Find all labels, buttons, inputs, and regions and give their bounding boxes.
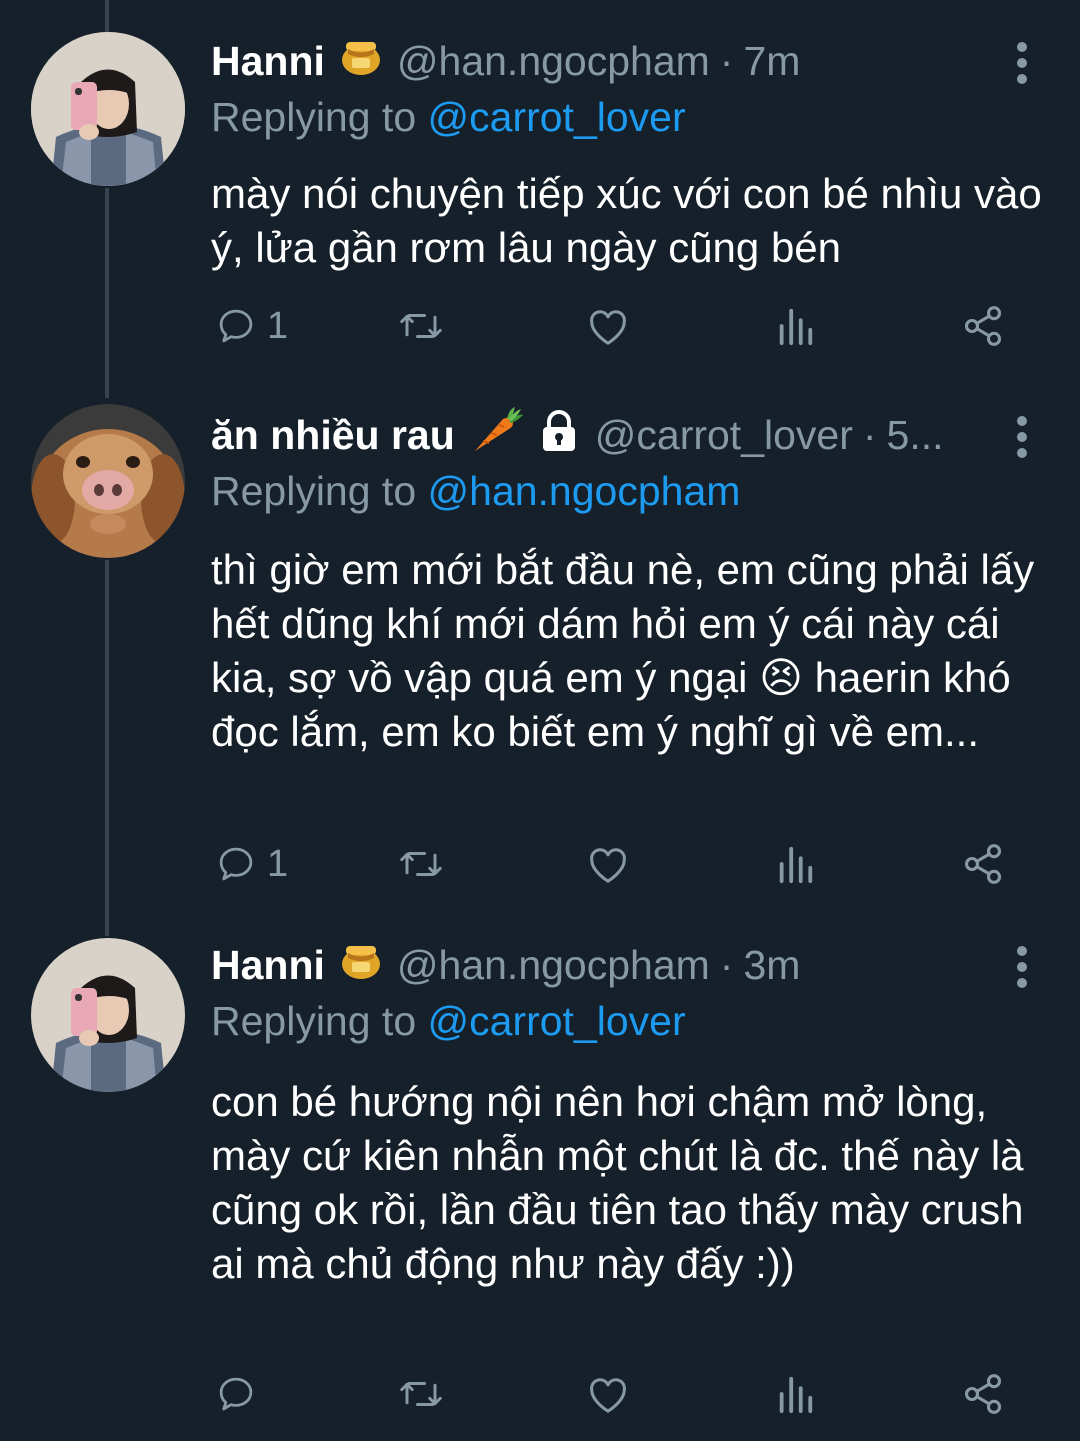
tweet[interactable]: Hanni @han.ngocpham · 7m Replying to @ca…	[0, 0, 1080, 380]
retweet-icon	[400, 1382, 442, 1406]
like-icon	[590, 310, 626, 345]
retweet-button[interactable]	[397, 296, 445, 356]
display-name[interactable]: Hanni	[211, 942, 325, 989]
tweet[interactable]: Hanni @han.ngocpham · 3m Replying to @ca…	[0, 920, 1080, 1441]
user-handle[interactable]: @han.ngocpham	[397, 942, 710, 989]
views-button[interactable]	[775, 1364, 815, 1424]
tweet-header: Hanni @han.ngocpham · 3m	[211, 937, 1050, 993]
share-icon	[964, 1374, 1002, 1414]
retweet-button[interactable]	[397, 834, 445, 894]
reply-button[interactable]: 1	[215, 296, 288, 356]
honey-pot-icon	[339, 36, 383, 86]
tweet-header: ăn nhiều rau @carrot_lover · 5...	[211, 407, 1050, 463]
mention-link[interactable]: @carrot_lover	[428, 94, 686, 140]
separator-dot: ·	[719, 37, 734, 84]
more-options-icon[interactable]	[1012, 42, 1032, 84]
like-button[interactable]	[585, 834, 631, 894]
action-bar: 1	[211, 296, 1031, 356]
display-name[interactable]: ăn nhiều rau	[211, 412, 455, 459]
user-handle[interactable]: @carrot_lover	[595, 412, 853, 459]
lock-icon	[537, 408, 581, 462]
share-icon	[964, 844, 1002, 884]
like-icon	[590, 1378, 626, 1413]
reply-button[interactable]	[215, 1364, 267, 1424]
more-options-icon[interactable]	[1012, 946, 1032, 988]
honey-pot-icon	[339, 940, 383, 990]
views-button[interactable]	[775, 296, 815, 356]
reply-count: 1	[267, 842, 289, 885]
reply-button[interactable]: 1	[215, 834, 288, 894]
views-icon	[779, 1376, 813, 1414]
replying-prefix: Replying to	[211, 468, 428, 514]
replying-to: Replying to @han.ngocpham	[211, 463, 1050, 519]
timestamp[interactable]: 3m	[743, 942, 800, 989]
separator-dot: ·	[862, 411, 877, 458]
reply-icon	[219, 847, 253, 881]
avatar[interactable]	[31, 32, 185, 186]
reply-count: 1	[267, 304, 289, 347]
mention-link[interactable]: @carrot_lover	[428, 998, 686, 1044]
more-options-icon[interactable]	[1012, 416, 1032, 458]
timestamp[interactable]: 7m	[743, 38, 800, 85]
action-bar: 1	[211, 834, 1031, 894]
replying-prefix: Replying to	[211, 998, 428, 1044]
views-icon	[779, 308, 813, 346]
tweet-text: con bé hướng nội nên hơi chậm mở lòng, m…	[211, 1078, 1024, 1287]
tweet-text: thì giờ em mới bắt đầu nè, em cũng phải …	[211, 546, 1035, 755]
retweet-icon	[400, 852, 442, 876]
tweet-header: Hanni @han.ngocpham · 7m	[211, 33, 1050, 89]
tweet[interactable]: ăn nhiều rau @carrot_lover · 5... Replyi…	[0, 380, 1080, 920]
avatar[interactable]	[31, 404, 185, 558]
action-bar	[211, 1364, 1031, 1424]
avatar[interactable]	[31, 938, 185, 1092]
like-icon	[590, 848, 626, 883]
reply-icon	[219, 309, 253, 343]
share-button[interactable]	[961, 296, 1005, 356]
replying-to: Replying to @carrot_lover	[211, 89, 1050, 145]
tweet-text: mày nói chuyện tiếp xúc với con bé nhìu …	[211, 170, 1042, 271]
views-icon	[779, 846, 813, 884]
display-name[interactable]: Hanni	[211, 38, 325, 85]
carrot-icon	[469, 405, 523, 465]
mention-link[interactable]: @han.ngocpham	[428, 468, 741, 514]
share-button[interactable]	[961, 1364, 1005, 1424]
separator-dot: ·	[719, 941, 734, 988]
timestamp[interactable]: 5...	[887, 412, 944, 459]
retweet-icon	[400, 314, 442, 338]
retweet-button[interactable]	[397, 1364, 445, 1424]
reply-icon	[219, 1377, 253, 1411]
user-handle[interactable]: @han.ngocpham	[397, 38, 710, 85]
like-button[interactable]	[585, 296, 631, 356]
share-button[interactable]	[961, 834, 1005, 894]
replying-to: Replying to @carrot_lover	[211, 993, 1050, 1049]
share-icon	[964, 306, 1002, 346]
replying-prefix: Replying to	[211, 94, 428, 140]
like-button[interactable]	[585, 1364, 631, 1424]
views-button[interactable]	[775, 834, 815, 894]
